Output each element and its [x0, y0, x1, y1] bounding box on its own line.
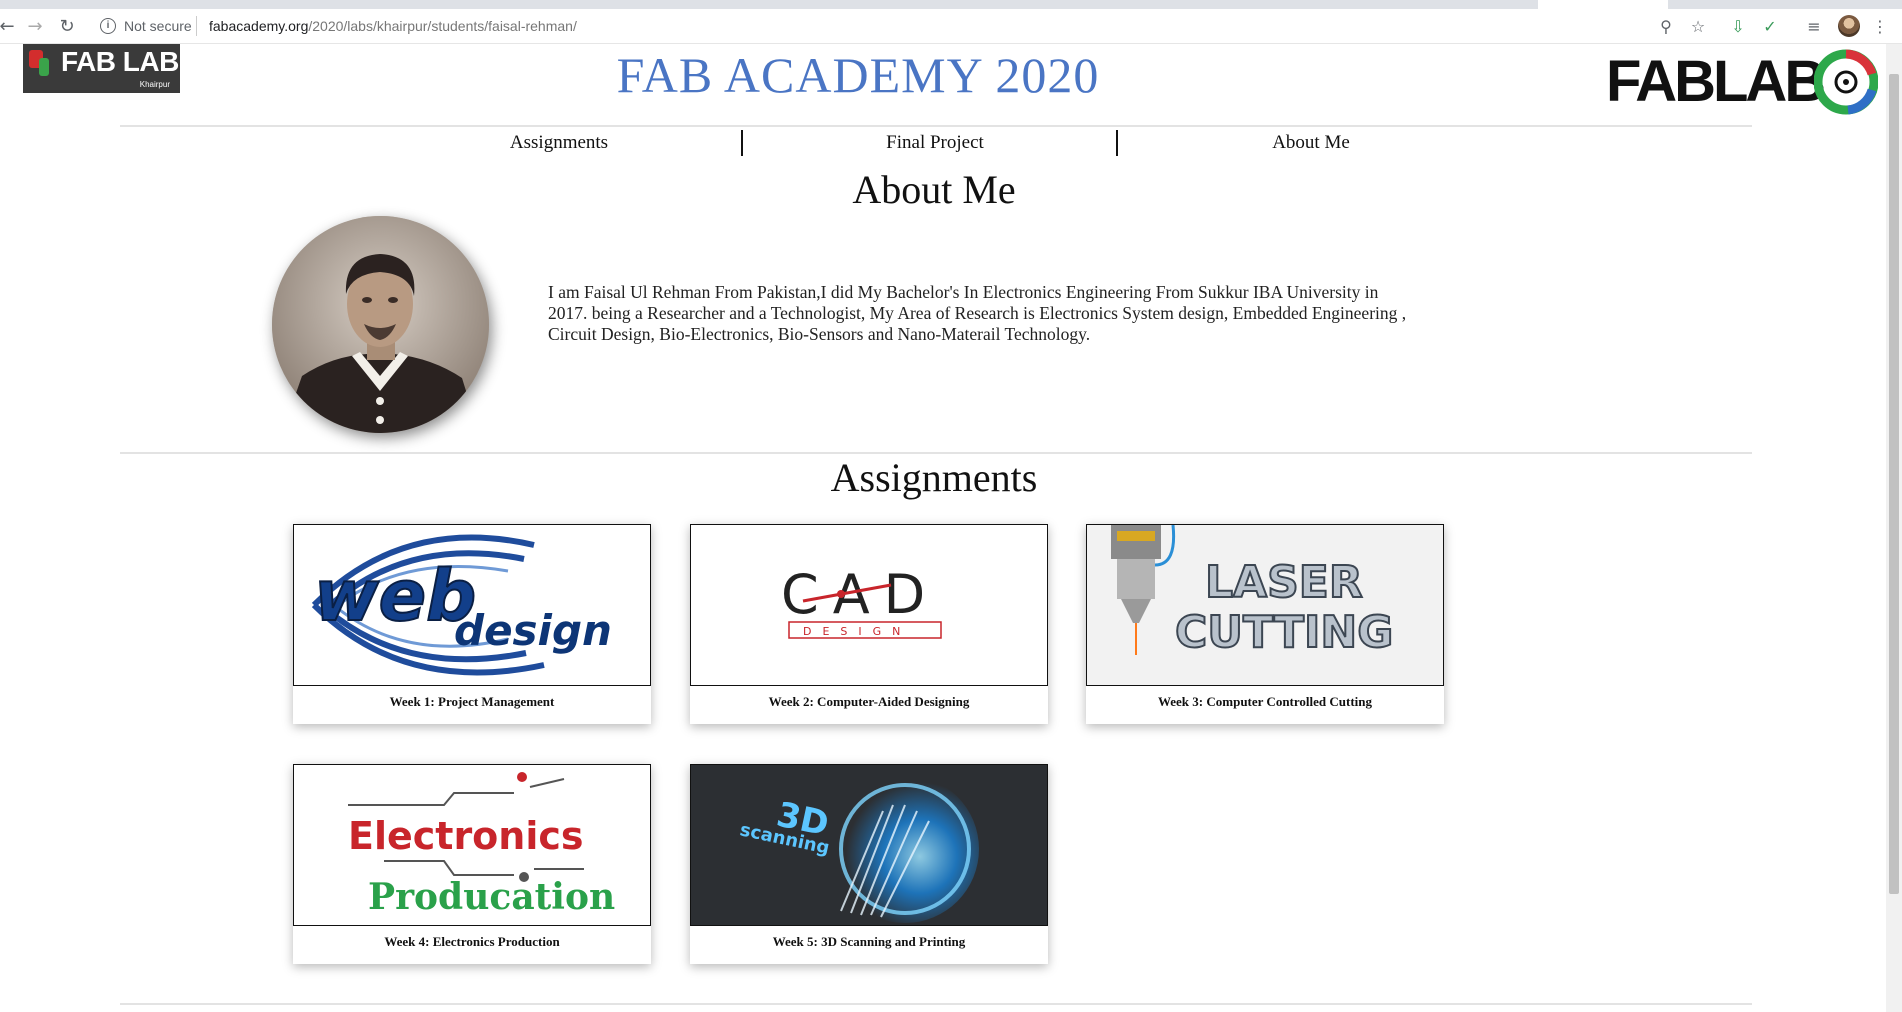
svg-text:CUTTING: CUTTING — [1175, 607, 1393, 658]
url-host: fabacademy.org — [209, 18, 309, 34]
electronics-production-thumbnail[interactable]: Electronics Producation — [293, 764, 651, 926]
info-icon[interactable]: i — [100, 18, 116, 34]
browser-toolbar: ← → ↻ i Not secure fabacademy.org/2020/l… — [0, 9, 1902, 44]
assignment-card-week-5[interactable]: 3D scanning Week 5: 3D Scanning and Prin… — [690, 764, 1048, 964]
address-divider — [196, 16, 197, 36]
browser-tab-strip — [0, 0, 1902, 9]
site-title: FAB ACADEMY 2020 — [616, 47, 1100, 103]
main-nav: Assignments Final Project About Me — [371, 126, 1350, 158]
extension-download-icon[interactable]: ⇩ — [1728, 16, 1748, 36]
scrollbar-thumb[interactable] — [1889, 74, 1899, 894]
laser-cutting-thumbnail[interactable]: LASER CUTTING — [1086, 524, 1444, 686]
bookmark-star-icon[interactable]: ☆ — [1688, 16, 1708, 36]
assignments-heading: Assignments — [830, 455, 1038, 500]
assignment-card-week-2[interactable]: CAD DESIGN Week 2: Computer-Aided Design… — [690, 524, 1048, 724]
card-caption[interactable]: Week 3: Computer Controlled Cutting — [1086, 694, 1444, 710]
assignment-card-week-3[interactable]: LASER CUTTING Week 3: Computer Controlle… — [1086, 524, 1444, 724]
svg-text:design: design — [454, 606, 612, 655]
assignment-card-week-4[interactable]: Electronics Producation Week 4: Electron… — [293, 764, 651, 964]
nav-divider — [741, 130, 743, 156]
svg-text:Producation: Producation — [368, 876, 615, 918]
menu-kebab-icon[interactable]: ⋮ — [1870, 16, 1890, 36]
svg-text:DESIGN: DESIGN — [803, 625, 911, 638]
url-path: /2020/labs/khairpur/students/faisal-rehm… — [308, 18, 577, 34]
svg-text:CAD: CAD — [781, 563, 939, 626]
card-caption[interactable]: Week 4: Electronics Production — [293, 934, 651, 950]
about-bio: I am Faisal Ul Rehman From Pakistan,I di… — [548, 282, 1407, 344]
nav-divider — [1116, 130, 1118, 156]
extension-shield-icon[interactable]: ✓ — [1760, 16, 1780, 36]
right-logo-text: FABLAB — [1606, 49, 1826, 114]
svg-text:LASER: LASER — [1205, 557, 1363, 608]
profile-photo — [272, 216, 489, 433]
nav-about-me[interactable]: About Me — [1123, 132, 1499, 154]
forward-arrow-icon[interactable]: → — [24, 15, 46, 37]
footer-divider — [120, 1003, 1752, 1005]
reload-icon[interactable]: ↻ — [56, 15, 78, 37]
assignment-card-week-1[interactable]: web design Week 1: Project Management — [293, 524, 651, 724]
nav-assignments[interactable]: Assignments — [371, 132, 747, 154]
about-heading: About Me — [852, 167, 1016, 212]
cad-design-thumbnail[interactable]: CAD DESIGN — [690, 524, 1048, 686]
web-design-thumbnail[interactable]: web design — [293, 524, 651, 686]
3d-scanning-thumbnail[interactable]: 3D scanning — [690, 764, 1048, 926]
svg-text:Electronics: Electronics — [348, 814, 584, 858]
security-label[interactable]: Not secure — [124, 18, 192, 34]
svg-text:web: web — [314, 555, 476, 637]
address-bar[interactable]: fabacademy.org/2020/labs/khairpur/studen… — [209, 18, 577, 34]
card-caption[interactable]: Week 1: Project Management — [293, 694, 651, 710]
back-arrow-icon[interactable]: ← — [0, 15, 18, 37]
nav-final-project[interactable]: Final Project — [747, 132, 1123, 154]
card-caption[interactable]: Week 2: Computer-Aided Designing — [690, 694, 1048, 710]
page-scrollbar[interactable] — [1886, 44, 1902, 1012]
fablab-emblem-icon — [1814, 49, 1878, 115]
media-playlist-icon[interactable]: ≡ — [1804, 16, 1824, 36]
browser-active-tab[interactable] — [1538, 0, 1668, 9]
zoom-icon[interactable]: ⚲ — [1656, 16, 1676, 36]
profile-avatar-icon[interactable] — [1838, 15, 1860, 37]
card-caption[interactable]: Week 5: 3D Scanning and Printing — [690, 934, 1048, 950]
fablab-logo: FABLAB — [1606, 48, 1878, 118]
